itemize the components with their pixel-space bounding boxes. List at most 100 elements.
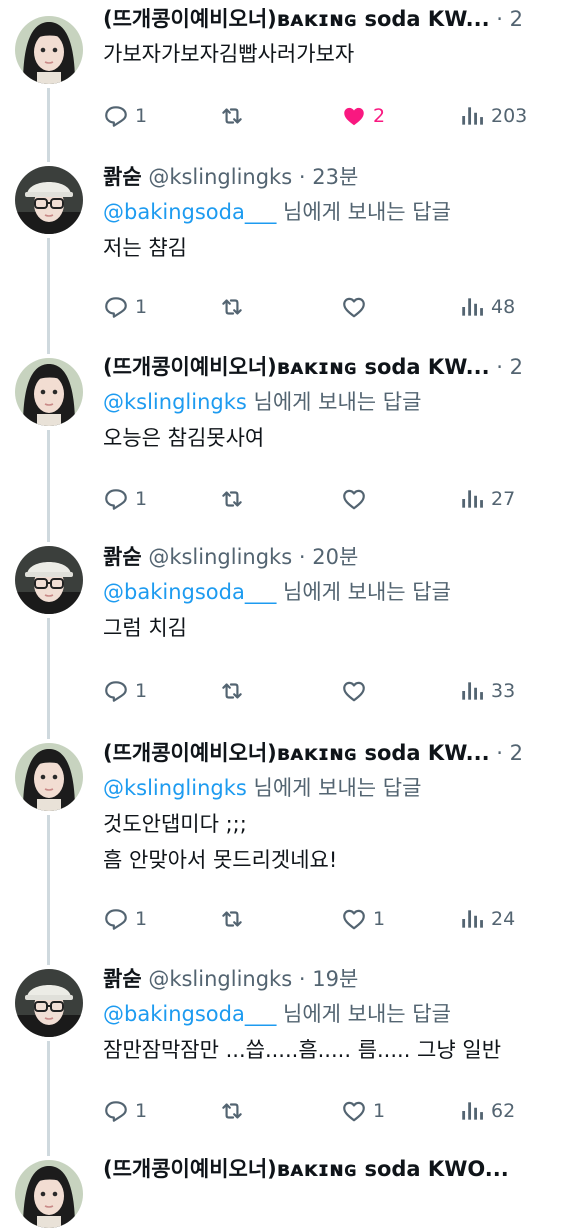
tweet-header: 콹숟 @kslinglingks · 23분 [103,160,573,194]
retweet-button[interactable] [219,484,251,514]
tweet-content: 콹숟 @kslinglingks · 23분 @bakingsoda___ 님에게… [103,160,573,266]
reply-count: 1 [135,908,148,930]
tweet-actions: 1 1 24 [103,904,543,934]
user-handle[interactable]: @kslinglingks [148,165,292,189]
views-button[interactable]: 48 [459,292,515,322]
avatar[interactable] [15,743,83,811]
replying-to-handle[interactable]: @bakingsoda___ [103,200,276,224]
display-name[interactable]: 콹숟 [103,165,142,189]
tweet-header: (뜨개콩이예비오너)ʙᴀᴋɪɴɢ soda KW... · 2 [103,350,573,384]
reply-bubble-icon [103,906,129,932]
reply-count: 1 [135,680,148,702]
thread-connector-line [47,238,50,354]
like-button[interactable]: 2 [341,101,385,131]
replying-to: @kslinglingks 님에게 보내는 답글 [103,770,573,806]
timestamp[interactable]: 2 [510,741,523,765]
avatar[interactable] [15,358,83,426]
retweet-arrows-icon [219,486,245,512]
replying-to: @kslinglingks 님에게 보내는 답글 [103,384,573,420]
views-button[interactable]: 24 [459,904,515,934]
tweet-text: 가보자가보자김빱사러가보자 [103,42,355,66]
avatar[interactable] [15,546,83,614]
thread-connector-line [47,618,50,739]
display-name[interactable]: (뜨개콩이예비오너)ʙᴀᴋɪɴɢ soda KW... [103,7,490,31]
replying-to: @bakingsoda___ 님에게 보내는 답글 [103,574,573,610]
avatar[interactable] [15,1160,83,1228]
replying-to-handle[interactable]: @bakingsoda___ [103,580,276,604]
reply-button[interactable]: 1 [103,904,147,934]
display-name[interactable]: (뜨개콩이예비오너)ʙᴀᴋɪɴɢ soda KW... [103,741,490,765]
tweet-actions: 1 48 [103,292,543,322]
reply-bubble-icon [103,678,129,704]
heart-icon [341,103,367,129]
retweet-button[interactable] [219,101,251,131]
like-button[interactable] [341,484,373,514]
like-button[interactable] [341,676,373,706]
avatar[interactable] [15,16,83,84]
replying-to-handle[interactable]: @kslinglingks [103,390,247,414]
retweet-button[interactable] [219,904,251,934]
replying-to: @bakingsoda___ 님에게 보내는 답글 [103,996,573,1032]
display-name[interactable]: 콹숟 [103,967,142,991]
like-button[interactable]: 1 [341,1096,385,1126]
views-button[interactable]: 27 [459,484,515,514]
views-count: 62 [491,1100,516,1122]
timestamp[interactable]: 23분 [312,165,358,189]
replying-to-handle[interactable]: @bakingsoda___ [103,1002,276,1026]
views-count: 33 [491,680,516,702]
views-bar-chart-icon [459,294,485,320]
replying-to-label: 님에게 보내는 답글 [276,1002,451,1026]
like-button[interactable] [341,292,373,322]
replying-to: @bakingsoda___ 님에게 보내는 답글 [103,194,573,230]
tweet-actions: 1 27 [103,484,543,514]
views-button[interactable]: 62 [459,1096,515,1126]
avatar[interactable] [15,166,83,234]
separator-dot: · [496,7,503,31]
timestamp[interactable]: 19분 [312,967,358,991]
retweet-arrows-icon [219,1098,245,1124]
reply-button[interactable]: 1 [103,484,147,514]
tweet-text: 흠 안맞아서 못드리겟네요! [103,848,338,872]
views-bar-chart-icon [459,103,485,129]
avatar[interactable] [15,969,83,1037]
tweet-header: (뜨개콩이예비오너)ʙᴀᴋɪɴɢ soda KW... · 2 [103,2,573,36]
views-button[interactable]: 33 [459,676,515,706]
tweet-text: 것도안댑미다 ;;; [103,812,247,836]
display-name[interactable]: (뜨개콩이예비오너)ʙᴀᴋɪɴɢ soda KWO... [103,1157,509,1181]
views-count: 24 [491,908,516,930]
timestamp[interactable]: 2 [510,355,523,379]
display-name[interactable]: (뜨개콩이예비오너)ʙᴀᴋɪɴɢ soda KW... [103,355,490,379]
views-count: 27 [491,488,516,510]
views-button[interactable]: 203 [459,101,527,131]
retweet-button[interactable] [219,1096,251,1126]
timestamp[interactable]: 2 [510,7,523,31]
replying-to-label: 님에게 보내는 답글 [276,200,451,224]
reply-button[interactable]: 1 [103,292,147,322]
thread-connector-line [47,1041,50,1156]
views-bar-chart-icon [459,678,485,704]
tweet-header: (뜨개콩이예비오너)ʙᴀᴋɪɴɢ soda KW... · 2 [103,736,573,770]
replying-to-label: 님에게 보내는 답글 [276,580,451,604]
reply-count: 1 [135,488,148,510]
heart-icon [341,486,367,512]
like-count: 1 [373,908,386,930]
timestamp[interactable]: 20분 [312,545,358,569]
tweet-content: (뜨개콩이예비오너)ʙᴀᴋɪɴɢ soda KWO... [103,1152,573,1186]
like-button[interactable]: 1 [341,904,385,934]
replying-to-label: 님에게 보내는 답글 [246,776,422,800]
tweet-text: 저는 챰김 [103,236,187,260]
views-bar-chart-icon [459,906,485,932]
display-name[interactable]: 콹숟 [103,545,142,569]
reply-button[interactable]: 1 [103,101,147,131]
user-handle[interactable]: @kslinglingks [148,967,292,991]
tweet-header: 콹숟 @kslinglingks · 20분 [103,540,573,574]
retweet-button[interactable] [219,292,251,322]
heart-icon [341,1098,367,1124]
retweet-button[interactable] [219,676,251,706]
replying-to-handle[interactable]: @kslinglingks [103,776,247,800]
reply-button[interactable]: 1 [103,676,147,706]
user-handle[interactable]: @kslinglingks [148,545,292,569]
reply-button[interactable]: 1 [103,1096,147,1126]
tweet-header: 콹숟 @kslinglingks · 19분 [103,962,573,996]
tweet-header: (뜨개콩이예비오너)ʙᴀᴋɪɴɢ soda KWO... [103,1152,573,1186]
